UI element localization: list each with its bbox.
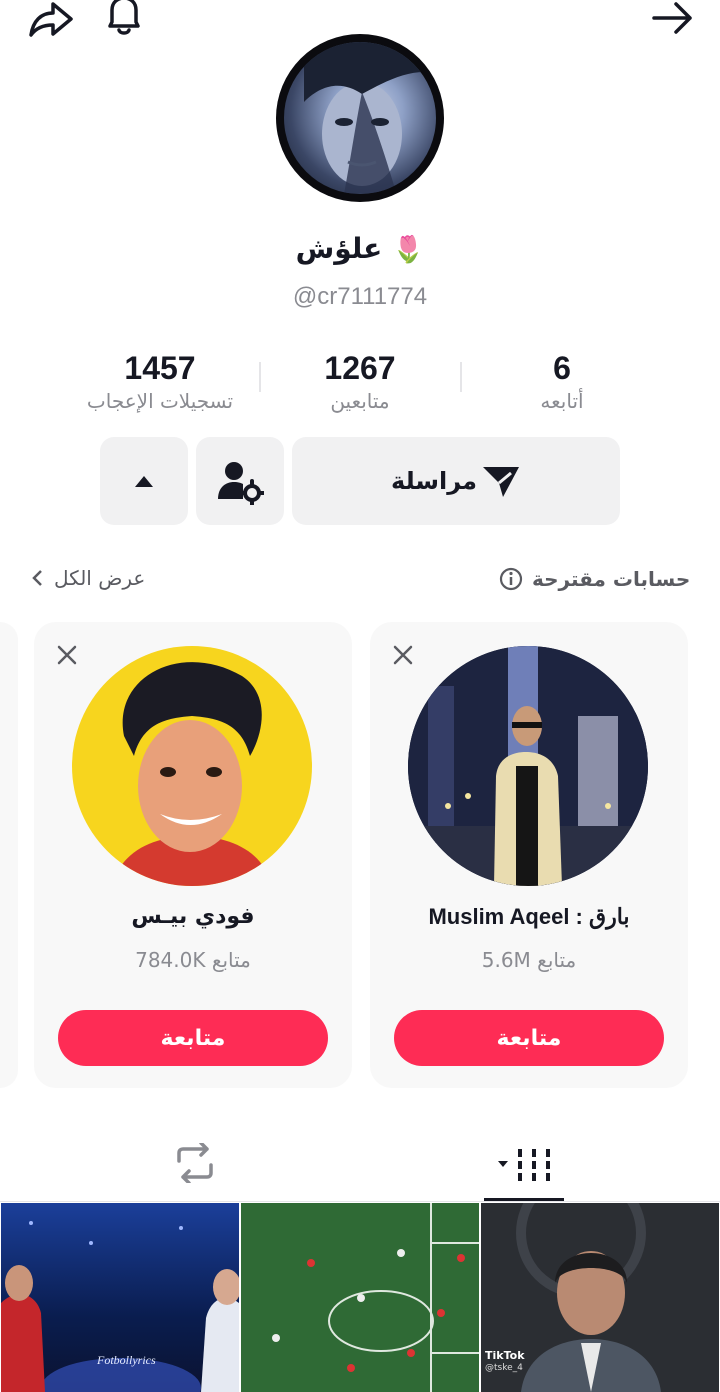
stat-followers-value: 1267 [324,350,396,386]
suggested-avatar[interactable] [408,646,648,886]
repost-icon [177,1143,213,1183]
suggested-followers: 5.6M متابع [481,948,577,972]
tab-videos[interactable] [484,1138,564,1188]
suggested-card[interactable]: فودي بيـس 784.0K متابع متابعة [34,622,352,1088]
close-icon[interactable] [392,644,414,666]
stat-followers[interactable]: 1267 متابعين [260,348,460,414]
avatar-photo [284,42,436,194]
video-thumbnail[interactable]: TikTok @tske_4 [481,1203,719,1392]
view-all-link[interactable]: عرض الكل [30,566,145,590]
username: @cr7111774 [292,283,428,310]
tab-reposts[interactable] [150,1138,240,1188]
video-thumbnail[interactable]: Fotbollyrics [1,1203,239,1392]
suggested-card[interactable]: Muslim Aqeel : بارق 5.6M متابع متابعة [370,622,688,1088]
close-icon[interactable] [56,644,78,666]
message-button[interactable]: مراسلة [292,437,620,525]
content-tabs [0,1130,720,1202]
profile-avatar[interactable] [276,34,444,202]
bell-icon[interactable] [100,0,148,38]
expand-toggle-button[interactable] [100,437,188,525]
video-watermark-user: @tske_4 [485,1363,523,1373]
send-icon [482,467,519,497]
suggested-name: فودي بيـس [131,904,255,929]
suggested-avatar[interactable] [72,646,312,886]
display-name-row: علؤش 🌷 [0,232,720,265]
suggested-followers: 784.0K متابع [135,948,251,972]
suggested-title-label: حسابات مقترحة [532,567,691,591]
follow-button[interactable]: متابعة [58,1010,328,1066]
chevron-left-icon [32,570,42,586]
view-all-label: عرض الكل [54,566,146,590]
video-watermark: TikTok [485,1349,525,1362]
tulip-emoji: 🌷 [392,235,425,265]
stat-following-label: أتابعه [540,389,584,413]
stat-likes-value: 1457 [124,350,196,386]
stat-likes[interactable]: 1457 تسجيلات الإعجاب [60,348,260,414]
display-name: علؤش [295,232,383,265]
stat-likes-label: تسجيلات الإعجاب [86,389,234,413]
video-thumbnail[interactable] [241,1203,479,1392]
message-label: مراسلة [391,467,477,495]
info-icon[interactable] [498,566,524,592]
share-icon[interactable] [26,0,76,38]
stat-following-value: 6 [553,350,571,386]
video-caption: Fotbollyrics [97,1353,156,1367]
suggested-name: Muslim Aqeel : بارق [428,904,630,929]
follow-button[interactable]: متابعة [394,1010,664,1066]
stat-following[interactable]: 6 أتابعه [462,348,662,414]
tabs-divider [0,1201,720,1202]
back-arrow-icon[interactable] [646,0,698,36]
stat-followers-label: متابعين [330,389,390,413]
grid-videos-icon [498,1149,550,1181]
suggested-title: حسابات مقترحة [498,566,690,592]
caret-up-icon [135,476,153,487]
suggested-card-partial[interactable] [0,622,18,1088]
add-friend-button[interactable] [196,437,284,525]
add-friend-settings-icon [218,462,264,505]
